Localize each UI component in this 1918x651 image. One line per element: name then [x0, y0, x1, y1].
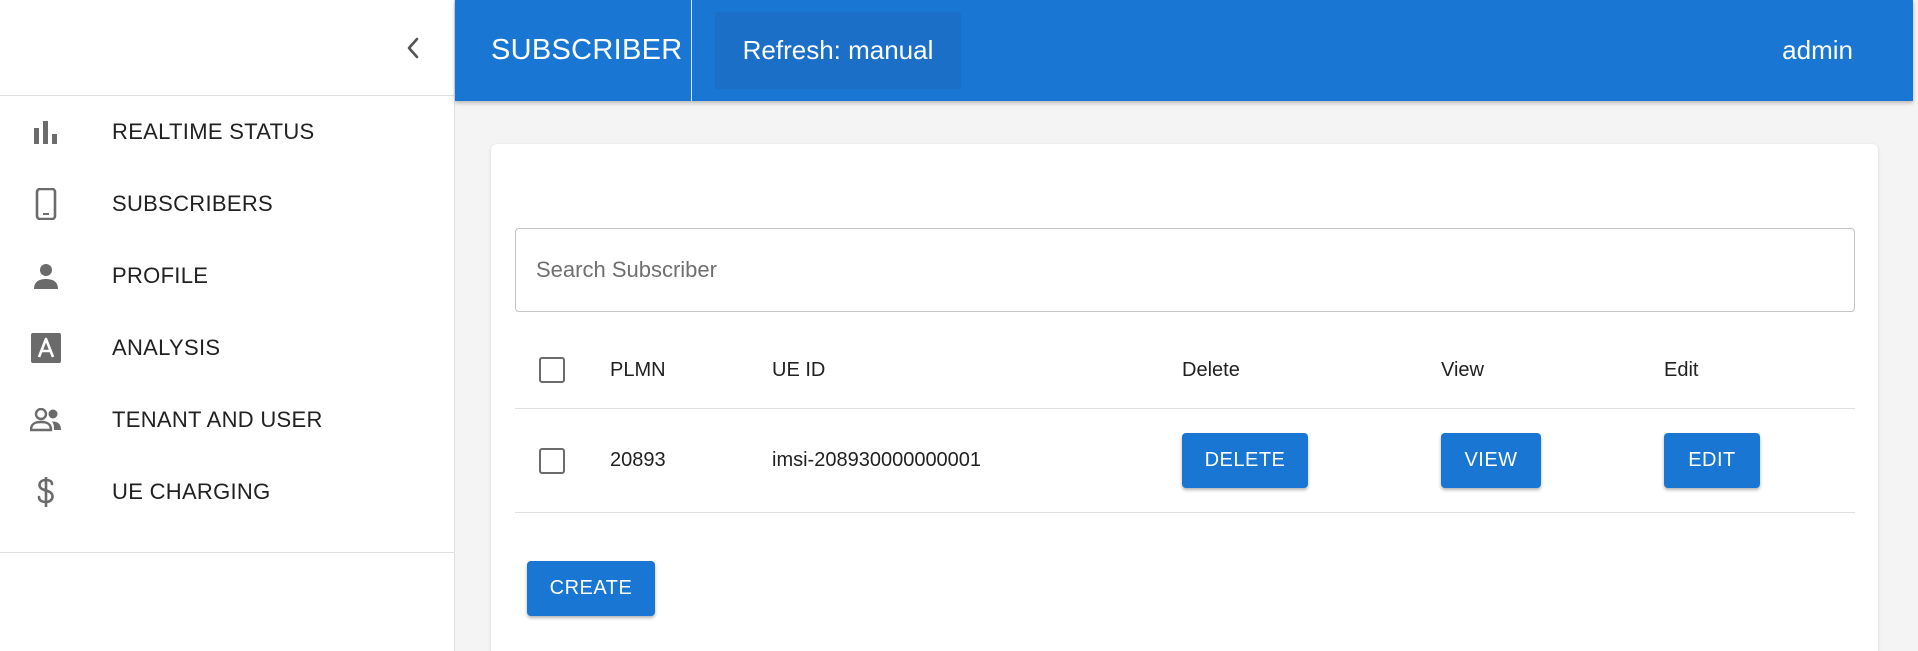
sidebar-item-realtime-status[interactable]: REALTIME STATUS — [0, 96, 454, 168]
page-title: SUBSCRIBER — [491, 34, 683, 66]
sidebar-item-label: REALTIME STATUS — [112, 119, 315, 144]
row-select-cell — [539, 409, 565, 512]
user-menu[interactable]: admin — [1782, 0, 1853, 101]
select-all-cell — [539, 332, 565, 408]
people-icon — [28, 402, 64, 438]
letter-a-icon — [28, 330, 64, 366]
sidebar-header — [0, 0, 454, 96]
subscriber-card: PLMN UE ID Delete View Edit 20893 imsi-2… — [491, 144, 1878, 651]
sidebar-item-profile[interactable]: PROFILE — [0, 240, 454, 312]
create-button[interactable]: CREATE — [527, 561, 655, 616]
view-button[interactable]: VIEW — [1441, 433, 1541, 488]
header-delete: Delete — [1182, 358, 1240, 381]
chevron-left-icon — [407, 37, 419, 59]
header-plmn: PLMN — [610, 358, 666, 381]
sidebar-item-subscribers[interactable]: SUBSCRIBERS — [0, 168, 454, 240]
table-row: 20893 imsi-208930000000001 DELETE VIEW E… — [515, 409, 1855, 513]
dollar-icon — [28, 474, 64, 510]
sidebar-item-analysis[interactable]: ANALYSIS — [0, 312, 454, 384]
sidebar: REALTIME STATUS SUBSCRIBERS PROFILE ANAL… — [0, 0, 455, 651]
phone-icon — [28, 186, 64, 222]
cell-delete: DELETE — [1182, 409, 1308, 512]
sidebar-item-label: ANALYSIS — [112, 335, 221, 360]
subscriber-table: PLMN UE ID Delete View Edit 20893 imsi-2… — [515, 332, 1855, 513]
table-header-row: PLMN UE ID Delete View Edit — [515, 332, 1855, 409]
sidebar-item-tenant-and-user[interactable]: TENANT AND USER — [0, 384, 454, 456]
app-root: REALTIME STATUS SUBSCRIBERS PROFILE ANAL… — [0, 0, 1918, 651]
sidebar-item-label: TENANT AND USER — [112, 407, 323, 432]
bar-chart-icon — [28, 114, 64, 150]
cell-view: VIEW — [1441, 409, 1541, 512]
cell-plmn: 20893 — [610, 449, 666, 471]
header-ue-id: UE ID — [772, 358, 826, 381]
sidebar-divider — [0, 552, 455, 553]
sidebar-item-label: SUBSCRIBERS — [112, 191, 274, 216]
header-view: View — [1441, 358, 1484, 381]
topbar-divider — [691, 0, 692, 101]
select-all-checkbox[interactable] — [539, 357, 565, 383]
header-edit: Edit — [1664, 358, 1699, 381]
collapse-sidebar-button[interactable] — [398, 30, 428, 66]
sidebar-item-ue-charging[interactable]: UE CHARGING — [0, 456, 454, 528]
cell-edit: EDIT — [1664, 409, 1760, 512]
row-select-checkbox[interactable] — [539, 447, 565, 474]
person-icon — [28, 258, 64, 294]
delete-button[interactable]: DELETE — [1182, 433, 1308, 488]
sidebar-item-label: PROFILE — [112, 263, 209, 288]
top-app-bar: SUBSCRIBER Refresh: manual admin — [455, 0, 1913, 101]
sidebar-nav: REALTIME STATUS SUBSCRIBERS PROFILE ANAL… — [0, 96, 454, 528]
sidebar-item-label: UE CHARGING — [112, 479, 271, 504]
search-input[interactable] — [515, 228, 1855, 312]
refresh-mode-button[interactable]: Refresh: manual — [715, 12, 961, 89]
edit-button[interactable]: EDIT — [1664, 433, 1760, 488]
cell-ue-id: imsi-208930000000001 — [772, 449, 982, 471]
